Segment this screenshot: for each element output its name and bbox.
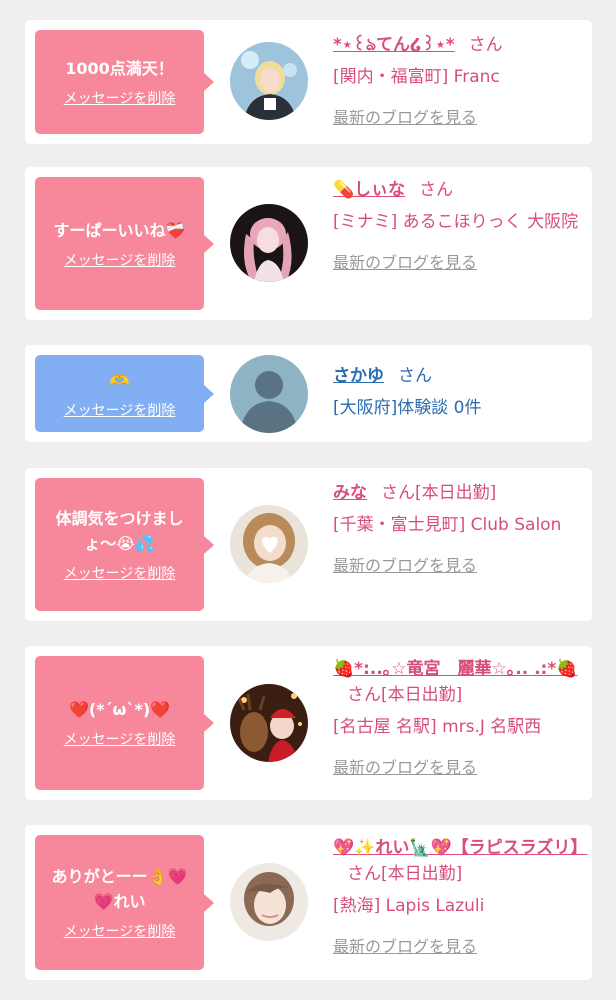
latest-blog-link[interactable]: 最新のブログを見る bbox=[333, 249, 585, 273]
name-line: 🍓*:..｡☆竜宮 麗華☆｡.. .:*🍓 さん[本日出勤] bbox=[333, 656, 585, 708]
no-photo-avatar[interactable] bbox=[230, 355, 308, 433]
message-bubble: 🫶 メッセージを削除 bbox=[35, 355, 214, 432]
avatar[interactable] bbox=[230, 863, 308, 941]
avatar-image bbox=[230, 863, 308, 941]
avatar-image bbox=[230, 505, 308, 583]
shop-info: [名古屋 名駅] mrs.J 名駅西 bbox=[333, 717, 542, 737]
message-card: ❤️(*´ω`*)❤️ メッセージを削除 🍓*:..｡☆竜宮 麗華☆｡.. .:… bbox=[25, 646, 592, 800]
cast-name-link[interactable]: さかゆ bbox=[333, 366, 384, 386]
cast-info: *⋆꒰ঌてん໒꒱⋆* さん [関内・福富町] Franc 最新のブログを見る bbox=[333, 32, 585, 128]
delete-message-link[interactable]: メッセージを削除 bbox=[64, 921, 176, 941]
name-line: みな さん[本日出勤] bbox=[333, 480, 585, 506]
name-line: *⋆꒰ঌてん໒꒱⋆* さん bbox=[333, 32, 585, 58]
honorific: さん bbox=[468, 35, 503, 55]
cast-info: 🍓*:..｡☆竜宮 麗華☆｡.. .:*🍓 さん[本日出勤] [名古屋 名駅] m… bbox=[333, 656, 585, 778]
delete-message-link[interactable]: メッセージを削除 bbox=[64, 400, 176, 420]
honorific: さん bbox=[419, 180, 454, 200]
status-badge: [本日出勤] bbox=[381, 864, 463, 884]
shop-info: [関内・福富町] Franc bbox=[333, 67, 500, 87]
honorific: さん bbox=[381, 483, 415, 503]
cast-info: 💖✨れい🗽💖【ラピスラズリ】さん[本日出勤] [熱海] Lapis Lazuli… bbox=[333, 835, 587, 957]
message-card: 体調気をつけましょ〜😭💦 メッセージを削除 みな さん[本日出勤] [千葉・富士見… bbox=[25, 468, 592, 621]
message-bubble: ありがとーー👌💗💗れい メッセージを削除 bbox=[35, 835, 214, 970]
avatar[interactable] bbox=[230, 505, 308, 583]
message-card: 🫶 メッセージを削除 さかゆ さん [大阪府]体験談 0件 bbox=[25, 345, 592, 442]
avatar[interactable] bbox=[230, 42, 308, 120]
message-text: 1000点満天！ bbox=[65, 59, 174, 78]
shop-info: [熱海] Lapis Lazuli bbox=[333, 896, 485, 916]
latest-blog-link[interactable]: 最新のブログを見る bbox=[333, 552, 585, 576]
message-text: ❤️(*´ω`*)❤️ bbox=[68, 700, 171, 719]
cast-name-link[interactable]: みな bbox=[333, 483, 367, 503]
delete-message-link[interactable]: メッセージを削除 bbox=[64, 88, 176, 108]
message-card: ありがとーー👌💗💗れい メッセージを削除 💖✨れい🗽💖【ラピスラズリ】さん[本日… bbox=[25, 825, 592, 980]
shop-info: [大阪府]体験談 0件 bbox=[333, 398, 482, 418]
cast-info: みな さん[本日出勤] [千葉・富士見町] Club Salon 最新のブログを見… bbox=[333, 480, 585, 576]
cast-name-link[interactable]: *⋆꒰ঌてん໒꒱⋆* bbox=[333, 35, 455, 55]
cast-info: 💊しぃな さん [ミナミ] あるこほりっく 大阪院 最新のブログを見る bbox=[333, 177, 585, 273]
message-bubble: すーぱーいいね❤️‍🩹 メッセージを削除 bbox=[35, 177, 214, 310]
honorific: さん bbox=[347, 685, 381, 705]
message-bubble: 体調気をつけましょ〜😭💦 メッセージを削除 bbox=[35, 478, 214, 611]
name-line: 💊しぃな さん bbox=[333, 177, 585, 203]
cast-name-link[interactable]: 💊しぃな bbox=[333, 180, 405, 200]
shop-info: [千葉・富士見町] Club Salon bbox=[333, 515, 562, 535]
avatar-image bbox=[230, 684, 308, 762]
honorific: さん bbox=[347, 864, 381, 884]
avatar-image bbox=[230, 42, 308, 120]
delete-message-link[interactable]: メッセージを削除 bbox=[64, 250, 176, 270]
delete-message-link[interactable]: メッセージを削除 bbox=[64, 563, 176, 583]
avatar[interactable] bbox=[230, 684, 308, 762]
message-bubble: 1000点満天！ メッセージを削除 bbox=[35, 30, 214, 134]
delete-message-link[interactable]: メッセージを削除 bbox=[64, 729, 176, 749]
no-photo-icon bbox=[230, 355, 308, 433]
cast-name-link[interactable]: 💖✨れい🗽💖【ラピスラズリ】 bbox=[333, 838, 587, 858]
latest-blog-link[interactable]: 最新のブログを見る bbox=[333, 933, 585, 957]
avatar[interactable] bbox=[230, 204, 308, 282]
message-bubble: ❤️(*´ω`*)❤️ メッセージを削除 bbox=[35, 656, 214, 790]
shop-info: [ミナミ] あるこほりっく 大阪院 bbox=[333, 212, 579, 232]
honorific: さん bbox=[398, 366, 432, 386]
cast-name-link[interactable]: 🍓*:..｡☆竜宮 麗華☆｡.. .:*🍓 bbox=[333, 659, 577, 679]
message-text: ありがとーー👌💗💗れい bbox=[51, 867, 188, 911]
name-line: 💖✨れい🗽💖【ラピスラズリ】さん[本日出勤] bbox=[333, 835, 587, 887]
message-text: すーぱーいいね❤️‍🩹 bbox=[53, 220, 186, 240]
status-badge: [本日出勤] bbox=[415, 483, 497, 503]
message-card: すーぱーいいね❤️‍🩹 メッセージを削除 💊しぃな さん [ミナミ] あるこほりっ… bbox=[25, 167, 592, 320]
message-card: 1000点満天！ メッセージを削除 *⋆꒰ঌてん໒꒱⋆* さん [関内・福富町] … bbox=[25, 20, 592, 144]
latest-blog-link[interactable]: 最新のブログを見る bbox=[333, 104, 585, 128]
message-text: 🫶 bbox=[109, 370, 130, 390]
latest-blog-link[interactable]: 最新のブログを見る bbox=[333, 754, 585, 778]
name-line: さかゆ さん bbox=[333, 363, 585, 389]
cast-info: さかゆ さん [大阪府]体験談 0件 bbox=[333, 363, 585, 423]
message-text: 体調気をつけましょ〜😭💦 bbox=[55, 509, 184, 553]
avatar-image bbox=[230, 204, 308, 282]
status-badge: [本日出勤] bbox=[381, 685, 463, 705]
